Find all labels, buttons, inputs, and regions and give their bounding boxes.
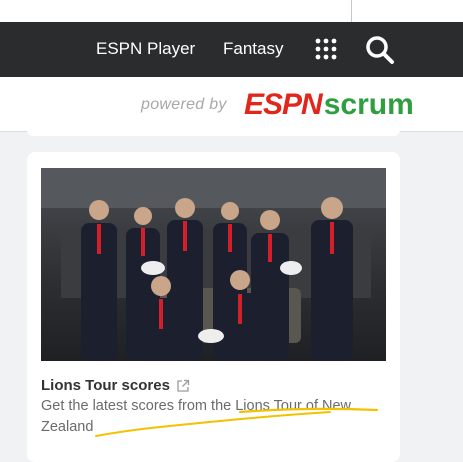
nav-espn-player[interactable]: ESPN Player [96, 39, 195, 59]
divider [351, 0, 352, 22]
external-link-icon [177, 379, 190, 392]
team-photo-illustration [41, 168, 386, 361]
story-title[interactable]: Lions Tour scores [41, 377, 190, 394]
search-icon[interactable] [364, 34, 396, 66]
story-card[interactable]: Lions Tour scores Get the latest scores … [27, 152, 400, 462]
story-title-text: Lions Tour scores [41, 377, 170, 394]
story-photo[interactable] [41, 168, 386, 361]
powered-by-text: powered by [141, 96, 227, 113]
grid-dots-icon[interactable] [315, 38, 337, 60]
nav-fantasy[interactable]: Fantasy [223, 39, 283, 59]
top-strip [0, 0, 463, 22]
previous-card-bottom [27, 116, 400, 136]
navbar: ESPN Player Fantasy [0, 22, 463, 77]
story-description: Get the latest scores from the Lions Tou… [41, 398, 352, 435]
